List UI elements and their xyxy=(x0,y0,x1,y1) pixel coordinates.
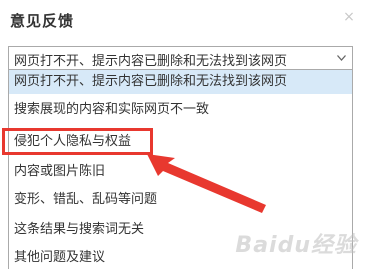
close-icon[interactable]: × xyxy=(342,10,356,24)
feedback-type-select[interactable]: 网页打不开、提示内容已删除和无法找到该网页 xyxy=(8,46,353,70)
dropdown-options-list: 网页打不开、提示内容已删除和无法找到该网页 搜索展现的内容和实际网页不一致 侵犯… xyxy=(8,70,353,269)
option-privacy-infringement[interactable]: 侵犯个人隐私与权益 xyxy=(9,130,352,154)
chevron-down-icon xyxy=(337,55,346,61)
dialog-title: 意见反馈 xyxy=(10,12,75,30)
feedback-dialog: 意见反馈 × 网页打不开、提示内容已删除和无法找到该网页 网页打不开、提示内容已… xyxy=(0,0,365,269)
option-garbled-display[interactable]: 变形、错乱、乱码等问题 xyxy=(9,188,352,212)
option-irrelevant-result[interactable]: 这条结果与搜索词无关 xyxy=(9,218,352,242)
option-outdated-content[interactable]: 内容或图片陈旧 xyxy=(9,160,352,184)
select-value: 网页打不开、提示内容已删除和无法找到该网页 xyxy=(14,54,288,69)
option-content-mismatch[interactable]: 搜索展现的内容和实际网页不一致 xyxy=(9,98,352,122)
option-page-not-found[interactable]: 网页打不开、提示内容已删除和无法找到该网页 xyxy=(9,70,352,94)
option-other-suggestions[interactable]: 其他问题及建议 xyxy=(9,246,352,269)
